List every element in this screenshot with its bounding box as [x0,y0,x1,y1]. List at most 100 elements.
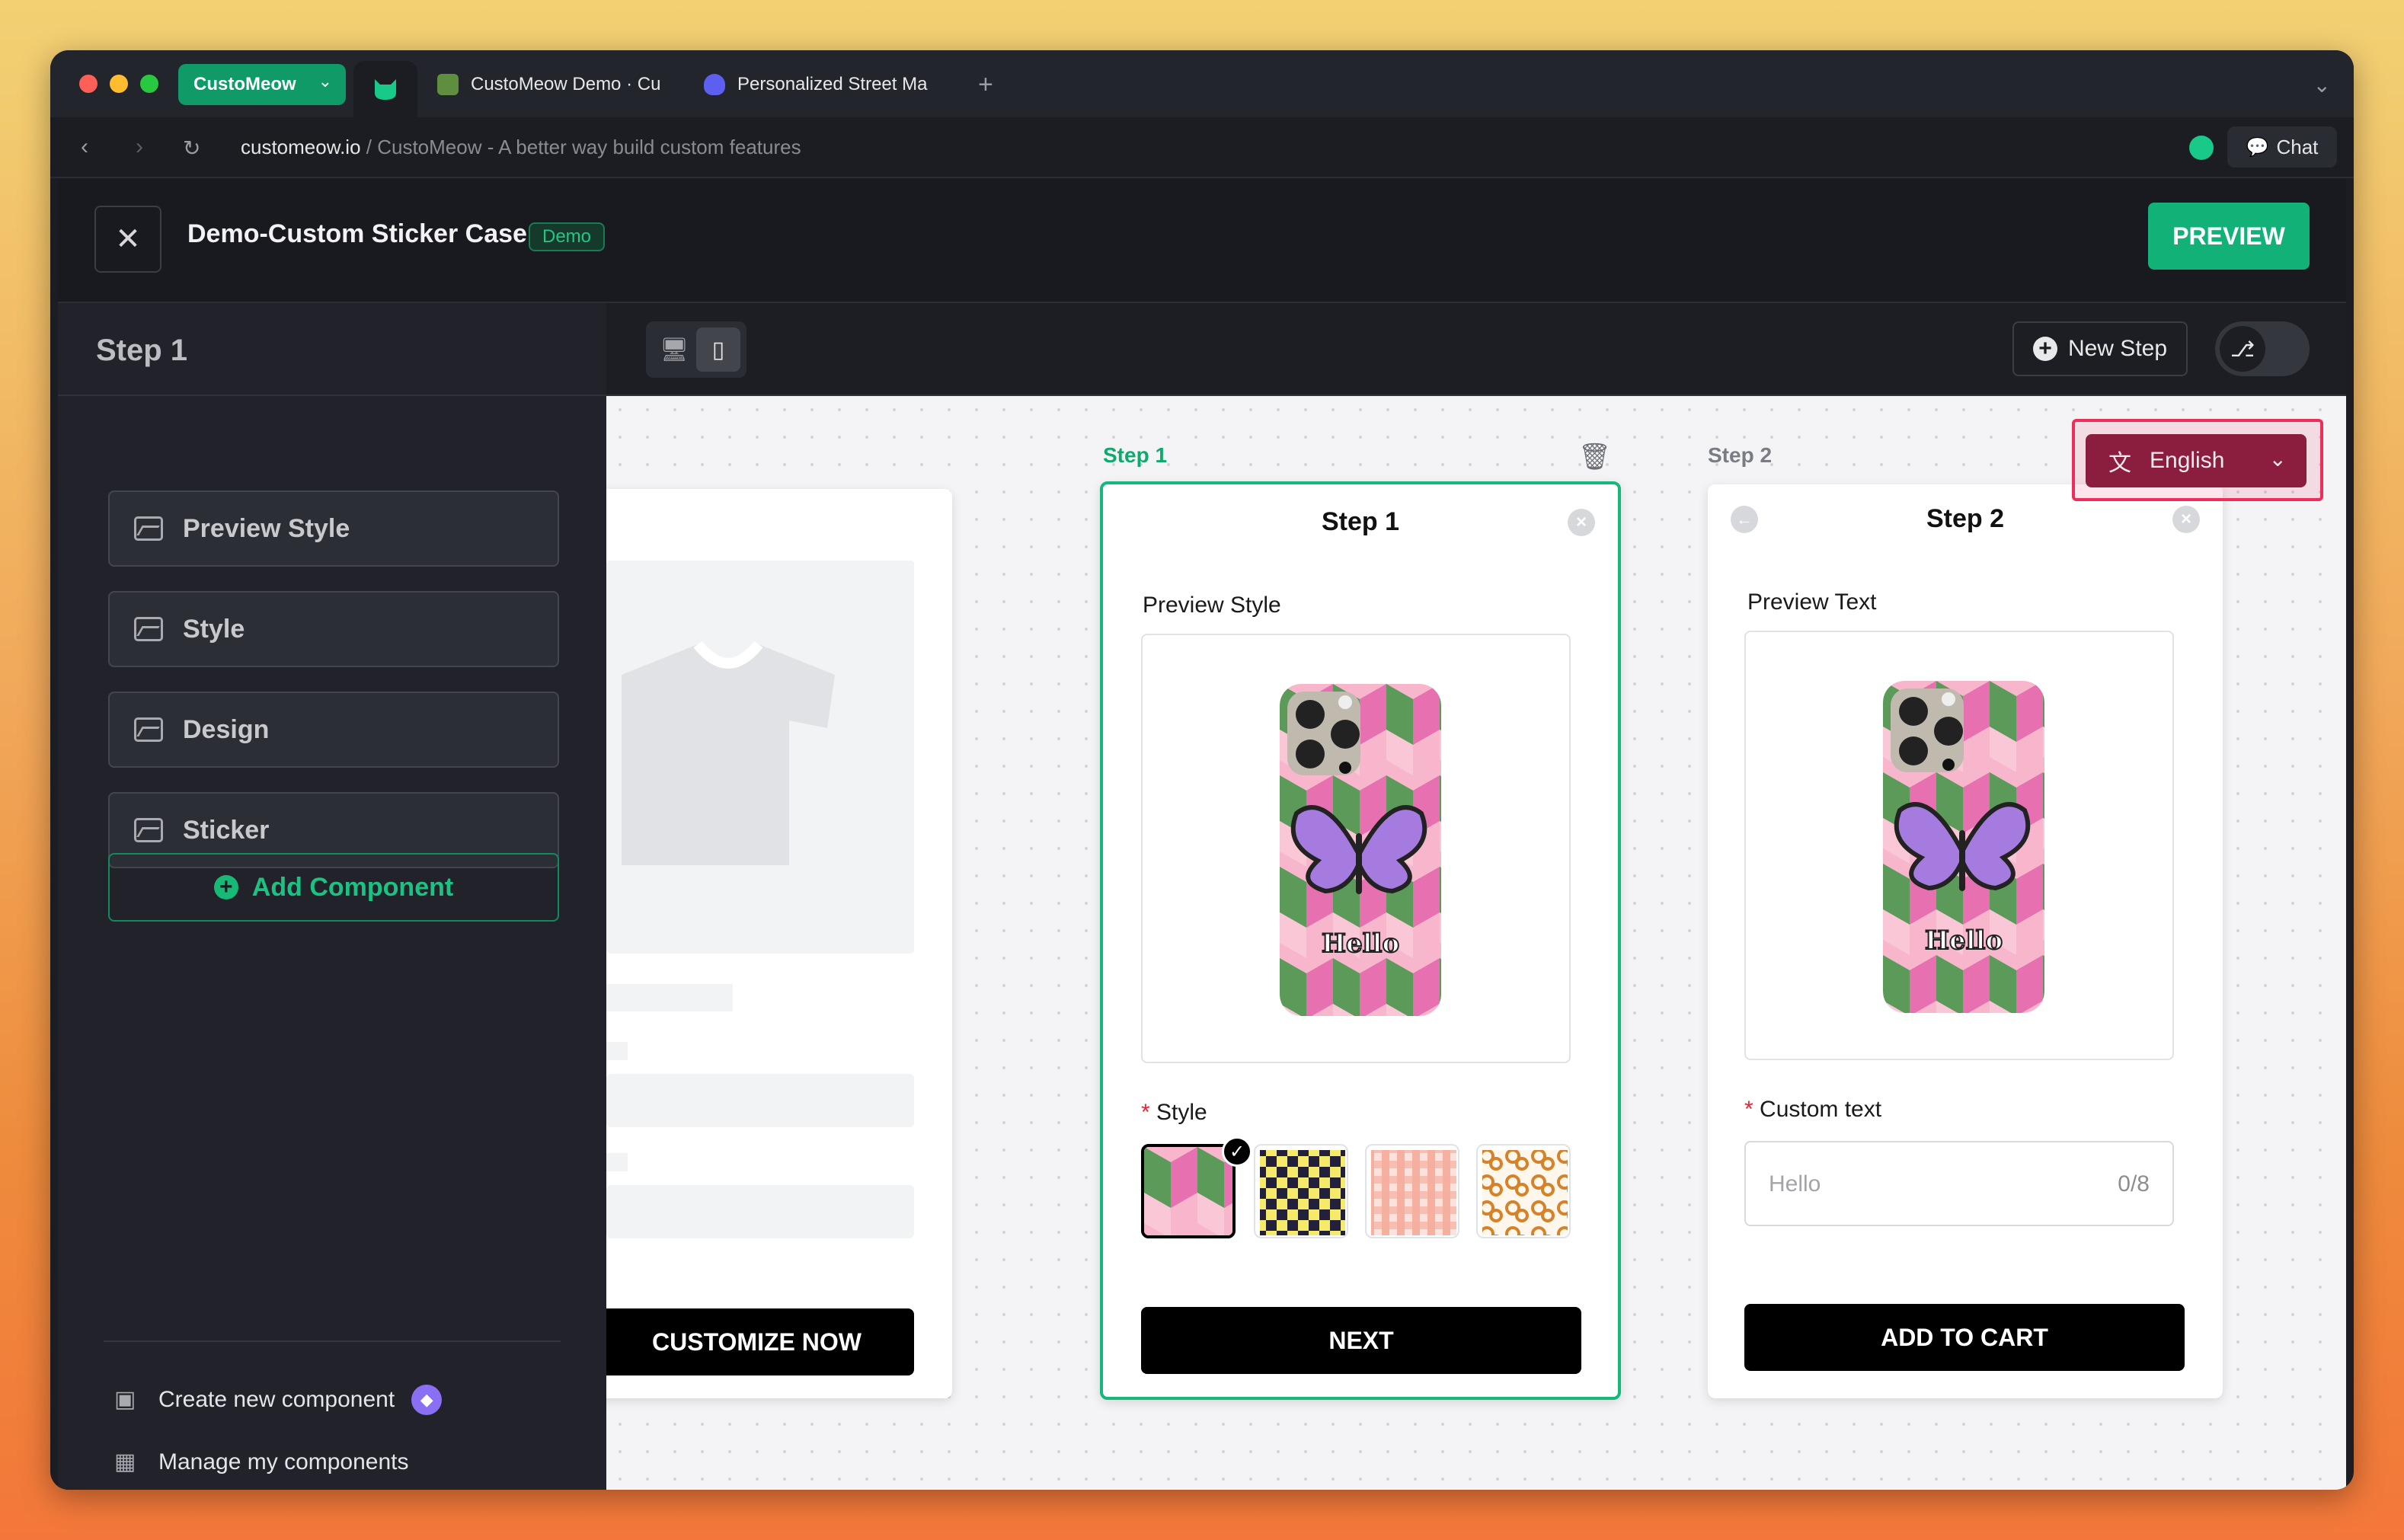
canvas-toolbar: 🖥 ▯ + New Step ⎇ [606,303,2346,396]
minimize-window-button[interactable] [110,75,128,93]
chat-label: Chat [2276,135,2319,158]
title-placeholder [606,984,733,1011]
close-editor-button[interactable]: ✕ [94,206,161,273]
url-domain: customeow.io [241,136,361,158]
image-icon [134,617,163,641]
preview-style-label: Preview Style [1143,593,1281,618]
premium-gem-icon: ◆ [411,1385,443,1415]
label-placeholder [606,1153,628,1171]
app-header: ✕ Demo-Custom Sticker Case Demo PREVIEW [58,178,2346,303]
device-switcher: 🖥 ▯ [646,321,746,378]
swatch-cubes[interactable] [1141,1144,1236,1238]
cat-logo-icon [375,79,396,100]
demo-badge: Demo [529,222,606,251]
address-bar: ‹ › ↻ customeow.io / CustoMeow - A bette… [50,117,2354,178]
manage-components-label: Manage my components [158,1449,409,1475]
new-tab-icon[interactable]: + [978,64,993,105]
page-title: Demo-Custom Sticker Case [187,219,527,248]
grid-icon: ▦ [114,1449,136,1475]
language-highlight: 文 English ⌄ [2072,419,2323,501]
preview-box: Hello [1744,631,2174,1060]
custom-text-input[interactable]: Hello 0/8 [1744,1141,2174,1226]
mobile-icon: ▯ [711,337,725,363]
chat-bubble-icon: 💬 [2246,136,2269,158]
new-step-label: New Step [2067,336,2168,361]
phone-case-preview: Hello [1883,681,2044,1013]
component-label: Style [183,614,245,644]
sidebar: Step 1 Preview Style Style Design Sticke… [58,303,606,1490]
browser-window: CustoMeow ⌄ CustoMeow Demo · Cu Personal… [50,50,2354,1490]
step-2-card[interactable]: ← Step 2 × Preview Text Hello * Custom t… [1708,484,2223,1398]
plus-circle-icon: + [213,875,238,899]
sidebar-title: Step 1 [58,303,606,396]
forward-icon[interactable]: › [136,134,143,160]
back-icon[interactable]: ‹ [81,134,88,160]
language-label: English [2150,448,2225,473]
close-window-button[interactable] [79,75,98,93]
cubes-pattern [1144,1147,1232,1235]
tab-label: Personalized Street Ma [737,74,928,94]
tab-list-chevron-icon[interactable]: ⌄ [2313,64,2331,105]
tab-group-label: CustoMeow [193,74,296,94]
canvas: CUSTOMIZE NOW Step 1 🗑 Step 1 × Preview … [606,396,2346,1490]
add-component-button[interactable]: + Add Component [108,853,559,922]
customize-now-button[interactable]: CUSTOMIZE NOW [606,1308,914,1375]
swatch-checker[interactable] [1254,1144,1348,1238]
phone-text: Hello [1925,925,2003,956]
trash-icon[interactable]: 🗑 [1578,442,1611,472]
component-preview-style[interactable]: Preview Style [108,490,559,567]
swatch-pretzel[interactable] [1476,1144,1571,1238]
chevron-down-icon: ⌄ [318,72,332,91]
tab-personalized-street[interactable]: Personalized Street Ma [704,64,993,105]
flow-view-toggle[interactable]: ⎇ [2215,321,2310,376]
preview-text-label: Preview Text [1747,589,1877,615]
desktop-view-button[interactable]: 🖥 [652,327,696,372]
input-placeholder: Hello [1769,1171,1821,1197]
tab-label: CustoMeow Demo · Cu [471,74,661,94]
tab-customeow-app[interactable] [353,61,417,117]
chat-button[interactable]: 💬 Chat [2227,126,2337,168]
step-2-title: Step 2 [1926,504,2005,533]
reload-icon[interactable]: ↻ [183,136,200,161]
component-label: Design [183,714,270,744]
custom-text-label: * Custom text [1744,1097,1882,1122]
phone-case-preview: Hello [1280,684,1441,1016]
step-1-card[interactable]: Step 1 × Preview Style Hello * Style ✓ N… [1100,481,1621,1400]
tab-customeow-demo[interactable]: CustoMeow Demo · Cu [437,64,727,105]
image-icon [134,818,163,842]
image-icon [134,717,163,742]
create-new-component-link[interactable]: ▣ Create new component ◆ [114,1385,443,1415]
tab-group-customeow[interactable]: CustoMeow ⌄ [178,64,346,105]
gingham-pattern [1371,1150,1456,1235]
swatch-gingham[interactable] [1365,1144,1459,1238]
add-to-cart-button[interactable]: ADD TO CART [1744,1304,2185,1371]
flow-icon: ⎇ [2220,326,2265,372]
language-select[interactable]: 文 English ⌄ [2086,434,2306,487]
preview-button[interactable]: PREVIEW [2148,203,2310,270]
create-component-label: Create new component [158,1387,395,1412]
step-2-label: Step 2 [1708,443,1773,467]
extension-icon[interactable] [2189,136,2214,160]
new-step-button[interactable]: + New Step [2012,321,2188,376]
close-step-icon[interactable]: × [1568,509,1595,536]
maximize-window-button[interactable] [140,75,158,93]
component-style[interactable]: Style [108,591,559,667]
manage-components-link[interactable]: ▦ Manage my components [114,1449,409,1476]
tab-bar: CustoMeow ⌄ CustoMeow Demo · Cu Personal… [50,50,2354,117]
add-component-label: Add Component [251,872,454,902]
option-placeholder [606,1185,914,1238]
check-icon: ✓ [1222,1136,1252,1167]
mobile-view-button[interactable]: ▯ [696,327,740,372]
component-design[interactable]: Design [108,692,559,768]
phone-case-image: Hello [1280,684,1441,1016]
next-button[interactable]: NEXT [1141,1307,1581,1374]
char-count: 0/8 [2118,1171,2150,1197]
url-field[interactable]: customeow.io / CustoMeow - A better way … [241,136,801,159]
preview-box: Hello [1141,634,1571,1063]
product-card: CUSTOMIZE NOW [606,489,952,1398]
close-step-icon[interactable]: × [2172,506,2200,533]
shopify-icon [437,74,459,95]
option-placeholder [606,1074,914,1127]
chevron-down-icon: ⌄ [2268,447,2287,471]
step-1-label: Step 1 [1103,443,1168,467]
